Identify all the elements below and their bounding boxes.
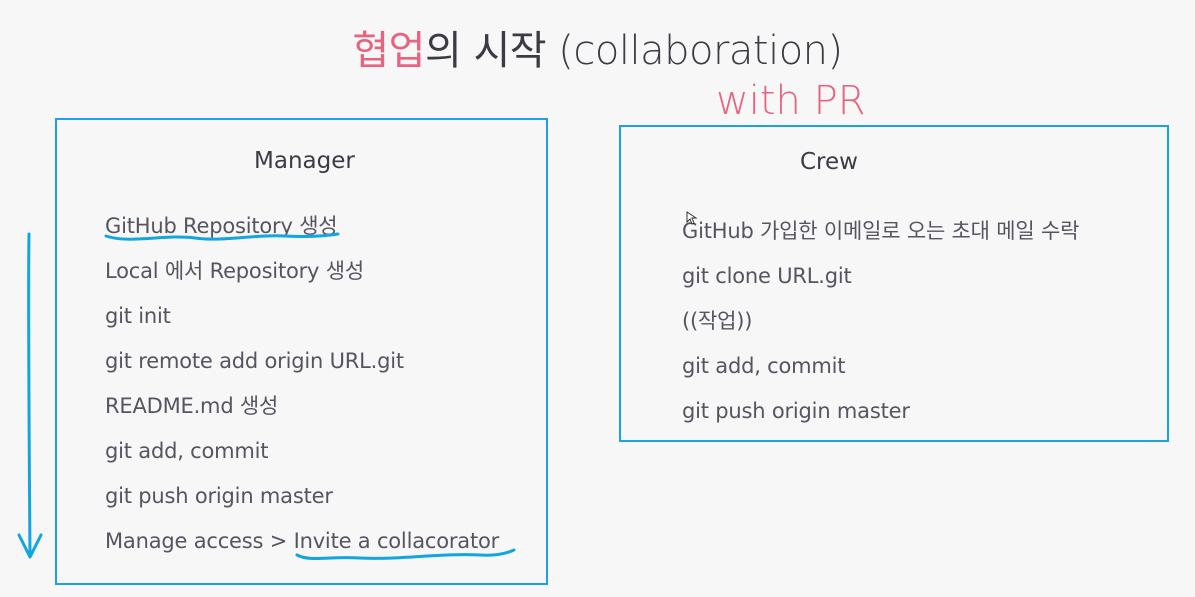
pen-cursor-icon bbox=[686, 211, 698, 225]
pen-annotations bbox=[17, 211, 698, 560]
flow-down-arrow bbox=[27, 232, 32, 558]
underline-github-repository bbox=[104, 232, 340, 241]
underline-invite-collaborator bbox=[295, 548, 516, 560]
